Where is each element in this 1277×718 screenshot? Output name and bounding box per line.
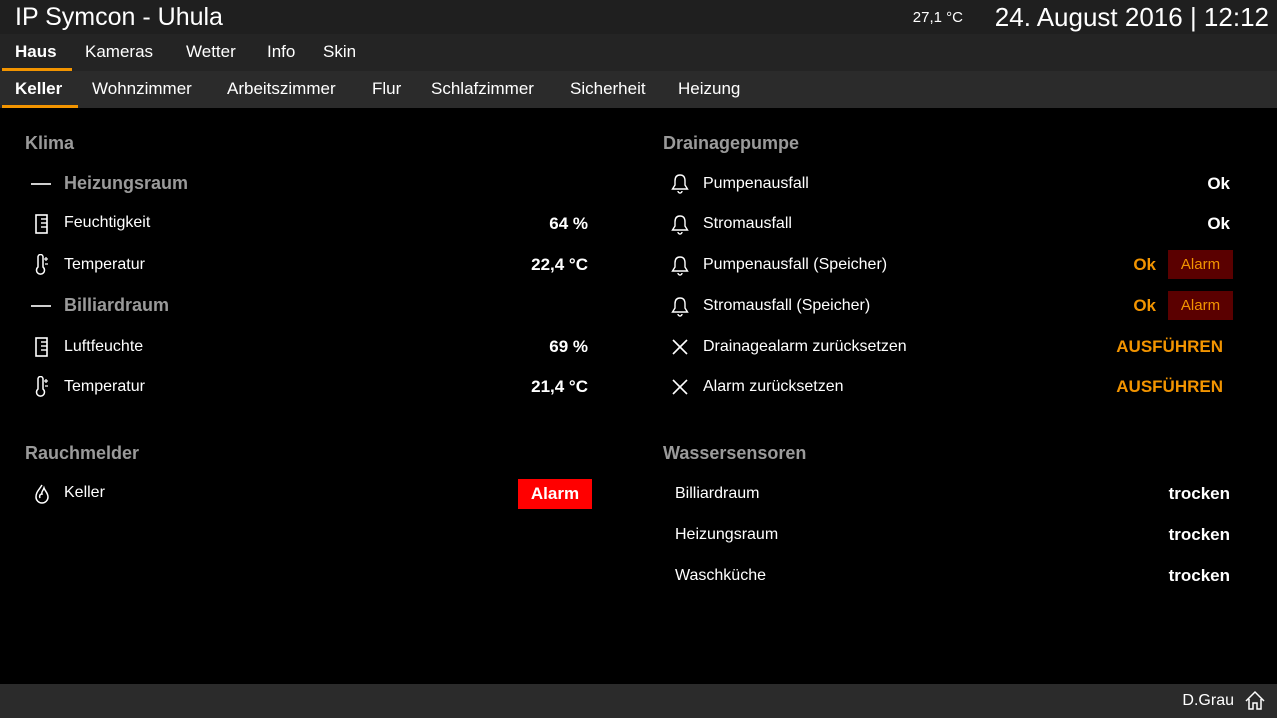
bell-icon	[669, 295, 691, 317]
execute-button-alarm[interactable]: AUSFÜHREN	[1116, 377, 1223, 397]
row-value-feuchtigkeit: 64 %	[549, 214, 588, 233]
row-label-billiardraum: Billiardraum	[675, 485, 760, 502]
footer-bar: D.Grau	[0, 684, 1277, 718]
row-value-temperatur-2: 21,4 °C	[531, 377, 588, 396]
dash-icon	[31, 305, 51, 307]
row-value-waschkueche: trocken	[1168, 566, 1230, 585]
main-nav: Haus Kameras Wetter Info Skin	[0, 34, 1277, 71]
row-value-heizungsraum: trocken	[1168, 525, 1230, 544]
flame-icon	[31, 483, 53, 505]
row-value-luftfeuchte: 69 %	[549, 337, 588, 356]
active-room-indicator	[2, 105, 78, 108]
row-value-pumpenausfall: Ok	[1207, 174, 1230, 193]
close-icon	[669, 336, 691, 358]
alarm-button-stromausfall[interactable]: Alarm	[1168, 291, 1233, 320]
row-label-alarm-reset: Alarm zurücksetzen	[703, 378, 844, 395]
tab-arbeitszimmer[interactable]: Arbeitszimmer	[227, 79, 336, 99]
tab-schlafzimmer[interactable]: Schlafzimmer	[431, 79, 534, 99]
section-title-rauchmelder: Rauchmelder	[25, 443, 140, 463]
row-label-waschkueche: Waschküche	[675, 567, 766, 584]
row-label-pumpenausfall-speicher: Pumpenausfall (Speicher)	[703, 256, 888, 273]
tab-keller[interactable]: Keller	[15, 79, 62, 99]
tab-kameras[interactable]: Kameras	[85, 42, 153, 62]
humidity-icon	[31, 336, 53, 358]
row-label-drainagealarm-reset: Drainagealarm zurücksetzen	[703, 338, 907, 355]
section-title-drainagepumpe: Drainagepumpe	[663, 133, 800, 153]
row-value-billiardraum: trocken	[1168, 484, 1230, 503]
thermometer-icon	[31, 254, 53, 276]
smoke-alarm-badge: Alarm	[518, 479, 592, 509]
outside-temperature: 27,1 °C	[912, 9, 963, 26]
row-label-stromausfall: Stromausfall	[703, 215, 792, 232]
tab-info[interactable]: Info	[267, 42, 295, 62]
group-title-heizungsraum: Heizungsraum	[64, 173, 189, 193]
row-value-temperatur: 22,4 °C	[531, 255, 588, 274]
execute-button-drainagealarm[interactable]: AUSFÜHREN	[1116, 337, 1223, 357]
row-label-temperatur-2: Temperatur	[64, 378, 145, 395]
bell-icon	[669, 254, 691, 276]
row-label-luftfeuchte: Luftfeuchte	[64, 338, 144, 355]
row-label-keller: Keller	[64, 484, 105, 501]
tab-wetter[interactable]: Wetter	[186, 42, 236, 62]
section-title-wassersensoren: Wassersensoren	[663, 443, 807, 463]
tab-wohnzimmer[interactable]: Wohnzimmer	[92, 79, 192, 99]
bell-icon	[669, 213, 691, 235]
group-title-billiardraum: Billiardraum	[64, 295, 170, 315]
date-time: 24. August 2016 | 12:12	[994, 2, 1269, 32]
row-value-stromausfall: Ok	[1207, 214, 1230, 233]
room-nav: Keller Wohnzimmer Arbeitszimmer Flur Sch…	[0, 71, 1277, 108]
row-value-pumpenausfall-speicher: Ok	[1133, 255, 1156, 274]
app-title: IP Symcon - Uhula	[15, 3, 223, 31]
home-icon[interactable]	[1243, 689, 1267, 713]
tab-heizung[interactable]: Heizung	[678, 79, 740, 99]
tab-flur[interactable]: Flur	[372, 79, 401, 99]
row-value-stromausfall-speicher: Ok	[1133, 296, 1156, 315]
section-title-klima: Klima	[25, 133, 75, 153]
row-label-temperatur: Temperatur	[64, 256, 145, 273]
title-bar: IP Symcon - Uhula 27,1 °C 24. August 201…	[0, 0, 1277, 34]
user-name: D.Grau	[1182, 692, 1234, 709]
alarm-button-pumpenausfall[interactable]: Alarm	[1168, 250, 1233, 279]
bell-icon	[669, 172, 691, 194]
dash-icon	[31, 183, 51, 185]
tab-sicherheit[interactable]: Sicherheit	[570, 79, 646, 99]
close-icon	[669, 376, 691, 398]
tab-haus[interactable]: Haus	[15, 42, 57, 62]
row-label-heizungsraum: Heizungsraum	[675, 526, 779, 543]
tab-skin[interactable]: Skin	[323, 42, 356, 62]
row-label-stromausfall-speicher: Stromausfall (Speicher)	[703, 297, 871, 314]
row-label-feuchtigkeit: Feuchtigkeit	[64, 214, 151, 231]
humidity-icon	[31, 213, 53, 235]
row-label-pumpenausfall: Pumpenausfall	[703, 175, 809, 192]
thermometer-icon	[31, 376, 53, 398]
